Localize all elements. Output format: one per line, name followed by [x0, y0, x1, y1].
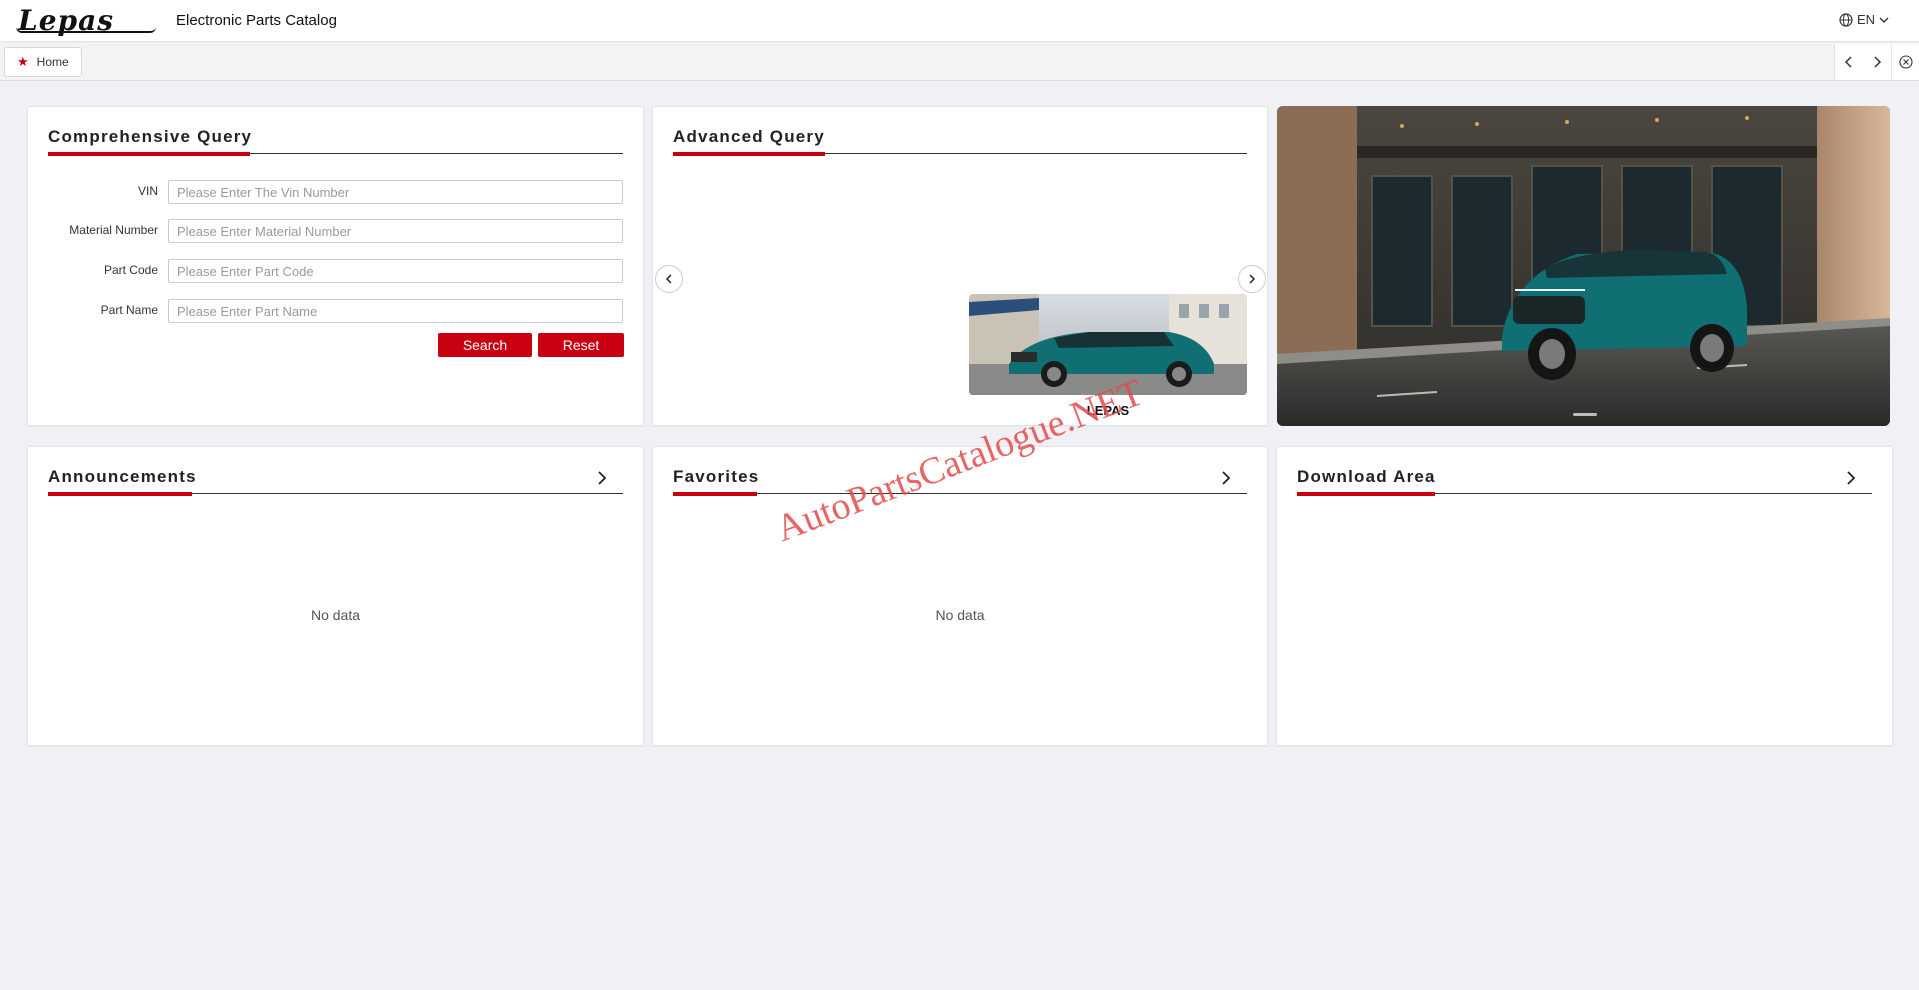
chevron-right-icon: [1222, 471, 1231, 485]
search-button[interactable]: Search: [438, 333, 532, 357]
star-icon: ★: [17, 54, 29, 69]
carousel-indicator[interactable]: [1573, 413, 1597, 416]
part-name-input[interactable]: [168, 299, 623, 323]
announcements-card: Announcements No data: [27, 446, 644, 746]
tab-bar: ★ Home: [0, 43, 1919, 81]
tab-controls: [1834, 44, 1919, 80]
card-title: Download Area: [1297, 467, 1436, 486]
top-header: Lepas Electronic Parts Catalog EN: [0, 0, 1919, 42]
comprehensive-query-card: Comprehensive Query VIN Material Number …: [27, 106, 644, 426]
card-title: Advanced Query: [673, 127, 825, 146]
chevron-right-icon: [598, 471, 607, 485]
title-accent: [1297, 492, 1435, 496]
vehicle-label[interactable]: LEPAS: [969, 403, 1247, 418]
app-title: Electronic Parts Catalog: [176, 12, 337, 29]
advanced-query-card: Advanced Query LEPAS: [652, 106, 1268, 426]
close-tabs-button[interactable]: [1891, 44, 1919, 80]
card-title: Favorites: [673, 467, 760, 486]
title-accent: [48, 492, 192, 496]
language-selector[interactable]: EN: [1839, 12, 1889, 27]
part-name-label: Part Name: [100, 303, 158, 317]
vin-input[interactable]: [168, 180, 623, 204]
tab-home[interactable]: ★ Home: [4, 47, 82, 77]
vin-row: VIN: [48, 180, 623, 204]
download-more-button[interactable]: [1846, 465, 1856, 491]
language-label: EN: [1856, 12, 1875, 27]
card-title: Announcements: [48, 467, 197, 486]
empty-state-text: No data: [310, 607, 361, 623]
title-accent: [673, 152, 825, 156]
material-number-row: Material Number: [48, 219, 623, 243]
title-accent: [673, 492, 757, 496]
chevron-left-icon: [1844, 56, 1852, 68]
chevron-right-icon: [1847, 471, 1856, 485]
hero-banner-image: [1277, 106, 1890, 426]
title-divider: [673, 493, 1247, 494]
download-area-card: Download Area: [1276, 446, 1893, 746]
tab-home-label: Home: [36, 55, 69, 69]
empty-state-text: No data: [935, 607, 985, 623]
announcements-more-button[interactable]: [597, 465, 607, 491]
favorites-more-button[interactable]: [1221, 465, 1231, 491]
part-code-input[interactable]: [168, 259, 623, 283]
chevron-left-icon: [665, 274, 672, 284]
carousel-prev-button[interactable]: [655, 265, 683, 293]
globe-icon: [1839, 12, 1853, 27]
close-circle-icon: [1898, 55, 1913, 69]
logo-swoosh: [16, 27, 156, 33]
chevron-down-icon: [1879, 17, 1889, 23]
tab-prev-button[interactable]: [1835, 44, 1863, 80]
favorites-card: Favorites No data: [652, 446, 1268, 746]
chevron-right-icon: [1874, 56, 1882, 68]
vehicle-thumbnail[interactable]: [969, 294, 1247, 395]
banner-illustration: [1277, 106, 1890, 426]
material-number-label: Material Number: [69, 223, 158, 237]
part-code-row: Part Code: [48, 259, 623, 283]
part-name-row: Part Name: [48, 299, 623, 323]
chevron-right-icon: [1249, 274, 1256, 284]
title-accent: [48, 152, 250, 156]
material-number-input[interactable]: [168, 219, 623, 243]
carousel-next-button[interactable]: [1238, 265, 1266, 293]
vin-label: VIN: [137, 184, 158, 198]
reset-button[interactable]: Reset: [538, 333, 624, 357]
tab-next-button[interactable]: [1863, 44, 1891, 80]
vehicle-image: [969, 294, 1247, 395]
card-title: Comprehensive Query: [48, 127, 253, 146]
part-code-label: Part Code: [103, 263, 158, 277]
